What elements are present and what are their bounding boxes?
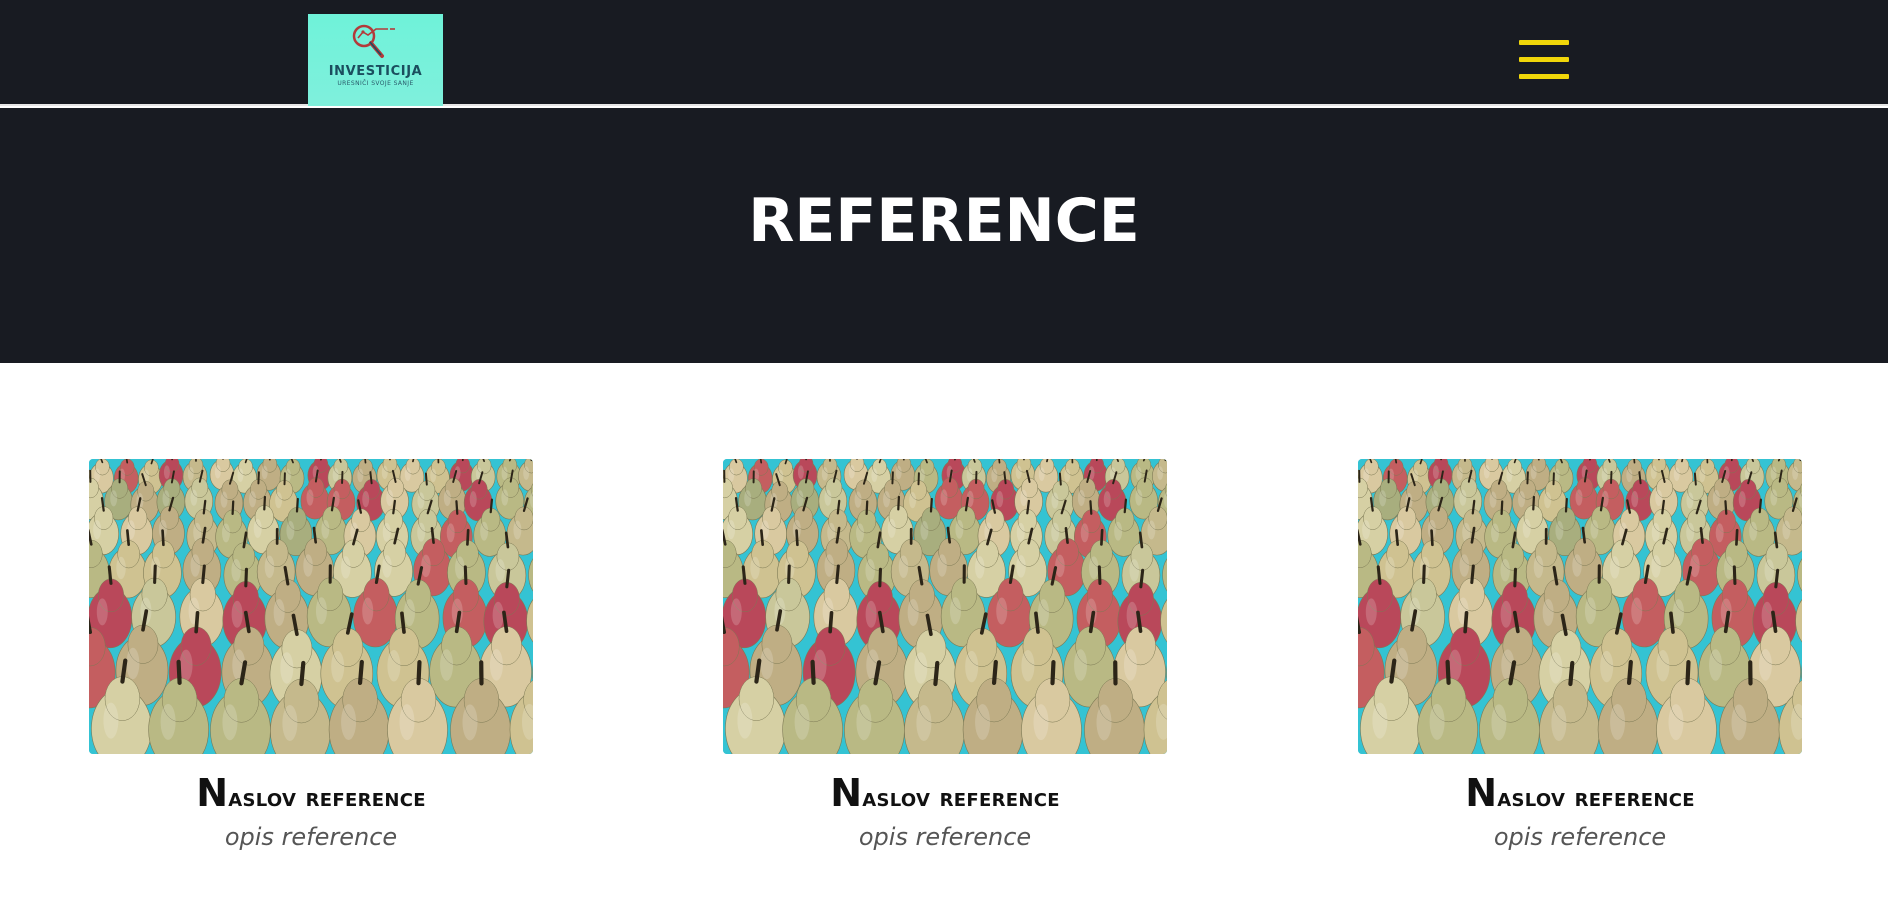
page-hero: REFERENCE — [0, 108, 1888, 363]
reference-title[interactable]: Naslov reference — [49, 771, 573, 815]
pears-photo — [723, 459, 1167, 754]
pears-photo — [1358, 459, 1802, 754]
reference-image[interactable] — [89, 459, 533, 754]
reference-title[interactable]: Naslov reference — [683, 771, 1207, 815]
hamburger-menu-icon[interactable] — [1516, 38, 1572, 82]
logo-subtitle: URESNIČI SVOJE SANJE — [337, 80, 414, 87]
reference-description: opis reference — [1493, 823, 1667, 851]
reference-image[interactable] — [1358, 459, 1802, 754]
reference-description: opis reference — [858, 823, 1032, 851]
reference-description: opis reference — [224, 823, 398, 851]
magnifier-chart-icon — [352, 24, 395, 58]
logo-title: INVESTICIJA — [328, 64, 423, 79]
reference-image[interactable] — [723, 459, 1167, 754]
hamburger-bar — [1519, 40, 1569, 45]
site-logo[interactable]: INVESTICIJA URESNIČI SVOJE SANJE — [308, 14, 443, 106]
reference-title[interactable]: Naslov reference — [1318, 771, 1842, 815]
hamburger-bar — [1519, 74, 1569, 79]
hamburger-bar — [1519, 57, 1569, 62]
page-title: REFERENCE — [748, 186, 1140, 256]
references-grid: Naslov reference opis reference Naslov r… — [0, 459, 1888, 900]
pears-photo — [89, 459, 533, 754]
top-navigation-bar: INVESTICIJA URESNIČI SVOJE SANJE — [0, 0, 1888, 106]
